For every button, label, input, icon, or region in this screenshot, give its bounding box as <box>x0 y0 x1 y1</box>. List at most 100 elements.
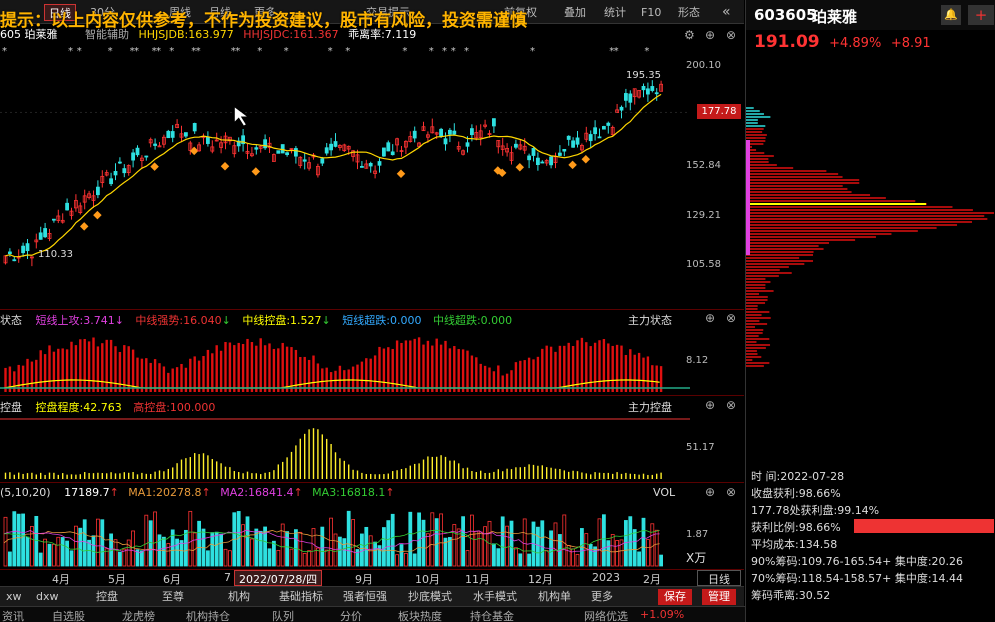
volume-bar <box>333 533 338 567</box>
tab-price-dist[interactable]: 分价 <box>340 608 362 622</box>
volume-bar <box>624 520 628 567</box>
month-label: 4月 <box>52 573 70 586</box>
volume-bar <box>474 530 479 567</box>
plus-icon[interactable]: ⊕ <box>705 311 715 325</box>
volume-bar <box>16 513 21 567</box>
stock-code: 603605 <box>754 6 817 24</box>
volume-bar <box>425 533 430 567</box>
star-marker: * <box>235 46 240 57</box>
tab-watchlist[interactable]: 自选股 <box>52 608 85 622</box>
volume-bar <box>527 553 531 567</box>
candle-body <box>646 88 650 95</box>
candle-body <box>144 155 149 158</box>
volume-bar <box>342 538 347 567</box>
plus-icon[interactable]: ⊕ <box>705 485 715 499</box>
stock-name: 珀莱雅 <box>812 8 858 26</box>
candle-body <box>381 147 386 157</box>
candle-body <box>619 106 624 111</box>
btn-institution-order[interactable]: 机构单 <box>532 589 577 605</box>
candle-body <box>333 141 338 147</box>
volume-bar <box>197 520 202 567</box>
tab-stats[interactable]: 统计 <box>600 4 630 21</box>
plus-icon[interactable]: ⊕ <box>705 398 715 412</box>
tab-f10[interactable]: F10 <box>637 4 665 21</box>
current-price-box: 177.78 <box>697 104 741 119</box>
tab-funds[interactable]: 持仓基金 <box>470 608 514 622</box>
collapse-icon[interactable]: « <box>718 4 735 21</box>
candle-body <box>536 157 540 166</box>
volume-bar <box>514 547 518 567</box>
candle-body <box>192 123 197 132</box>
candle-body <box>280 144 285 154</box>
pct-change: +4.89% <box>829 36 882 51</box>
btn-bottom-mode[interactable]: 抄底模式 <box>402 589 458 605</box>
volume-bar <box>381 527 386 567</box>
btn-institution[interactable]: 机构 <box>222 589 256 605</box>
ma1-value: MA1:20278.8 <box>128 486 202 499</box>
tab-queue[interactable]: 队列 <box>272 608 294 622</box>
volume-bar <box>302 553 307 567</box>
star-marker: * <box>530 46 535 57</box>
candle-body <box>38 232 43 240</box>
tab-sector-heat[interactable]: 板块热度 <box>398 608 442 622</box>
bell-icon[interactable]: 🔔 <box>941 5 961 25</box>
close-icon[interactable]: ⊗ <box>726 311 736 325</box>
star-marker: * <box>257 46 262 57</box>
ma3-value: MA3:16818.1 <box>312 486 386 499</box>
price-axis-3: 152.84 <box>686 160 721 171</box>
candle-body <box>368 162 373 167</box>
tab-inst-holdings[interactable]: 机构持仓 <box>186 608 230 622</box>
month-label: 7 <box>224 571 231 584</box>
candle-body <box>571 140 575 148</box>
btn-control[interactable]: 控盘 <box>90 589 124 605</box>
candle-body <box>465 142 470 147</box>
volume-bar <box>628 516 633 567</box>
close-icon[interactable]: ⊗ <box>726 398 736 412</box>
btn-basic-indicators[interactable]: 基础指标 <box>273 589 329 605</box>
period-button[interactable]: 日线 <box>697 570 741 586</box>
save-button[interactable]: 保存 <box>658 589 692 605</box>
volume-bar <box>25 536 30 567</box>
btn-zhizun[interactable]: 至尊 <box>156 589 190 605</box>
candle-body <box>602 126 606 130</box>
stat-70-chips: 70%筹码:118.54-158.57+ 集中度:14.44 <box>751 572 964 585</box>
volume-bar <box>47 543 52 567</box>
candle-body <box>157 145 162 148</box>
btn-dxw[interactable]: dxw <box>30 589 65 605</box>
btn-strong[interactable]: 强者恒强 <box>337 589 393 605</box>
manage-button[interactable]: 管理 <box>702 589 736 605</box>
volume-bar <box>536 526 540 567</box>
close-icon[interactable]: ⊗ <box>726 485 736 499</box>
candle-body <box>21 245 26 254</box>
star-marker: * <box>134 46 139 57</box>
volume-bar <box>553 522 558 567</box>
candle-body <box>7 251 12 255</box>
btn-sailor-mode[interactable]: 水手模式 <box>467 589 523 605</box>
month-label: 2月 <box>643 573 661 586</box>
high-price-label: 195.35 <box>626 70 661 81</box>
volume-bar <box>38 552 43 567</box>
volume-bar <box>34 515 39 567</box>
btn-xw[interactable]: xw <box>0 589 28 605</box>
volume-bar <box>606 540 611 567</box>
profit-ratio-bar <box>854 519 994 533</box>
tab-overlay[interactable]: 叠加 <box>560 4 590 21</box>
stat-profit-at: 177.78处获利盘:99.14% <box>751 504 880 517</box>
tab-net-pick[interactable]: 网络优选 <box>584 608 628 622</box>
candle-body <box>166 130 171 139</box>
star-marker: * <box>284 46 289 57</box>
candle-body <box>118 161 122 164</box>
star-marker: * <box>644 46 649 57</box>
volume-bar <box>544 550 549 567</box>
last-price: 191.09 <box>754 32 820 52</box>
tab-pattern[interactable]: 形态 <box>674 4 704 21</box>
tab-dragon-tiger[interactable]: 龙虎榜 <box>122 608 155 622</box>
candle-body <box>514 143 518 148</box>
tab-news[interactable]: 资讯 <box>2 608 24 622</box>
add-watch-button[interactable]: + <box>968 5 994 25</box>
btn-more[interactable]: 更多 <box>585 589 619 605</box>
volume-bar <box>522 518 527 567</box>
volume-bar <box>500 516 505 567</box>
volume-bar <box>307 550 312 567</box>
volume-bar <box>113 539 118 567</box>
